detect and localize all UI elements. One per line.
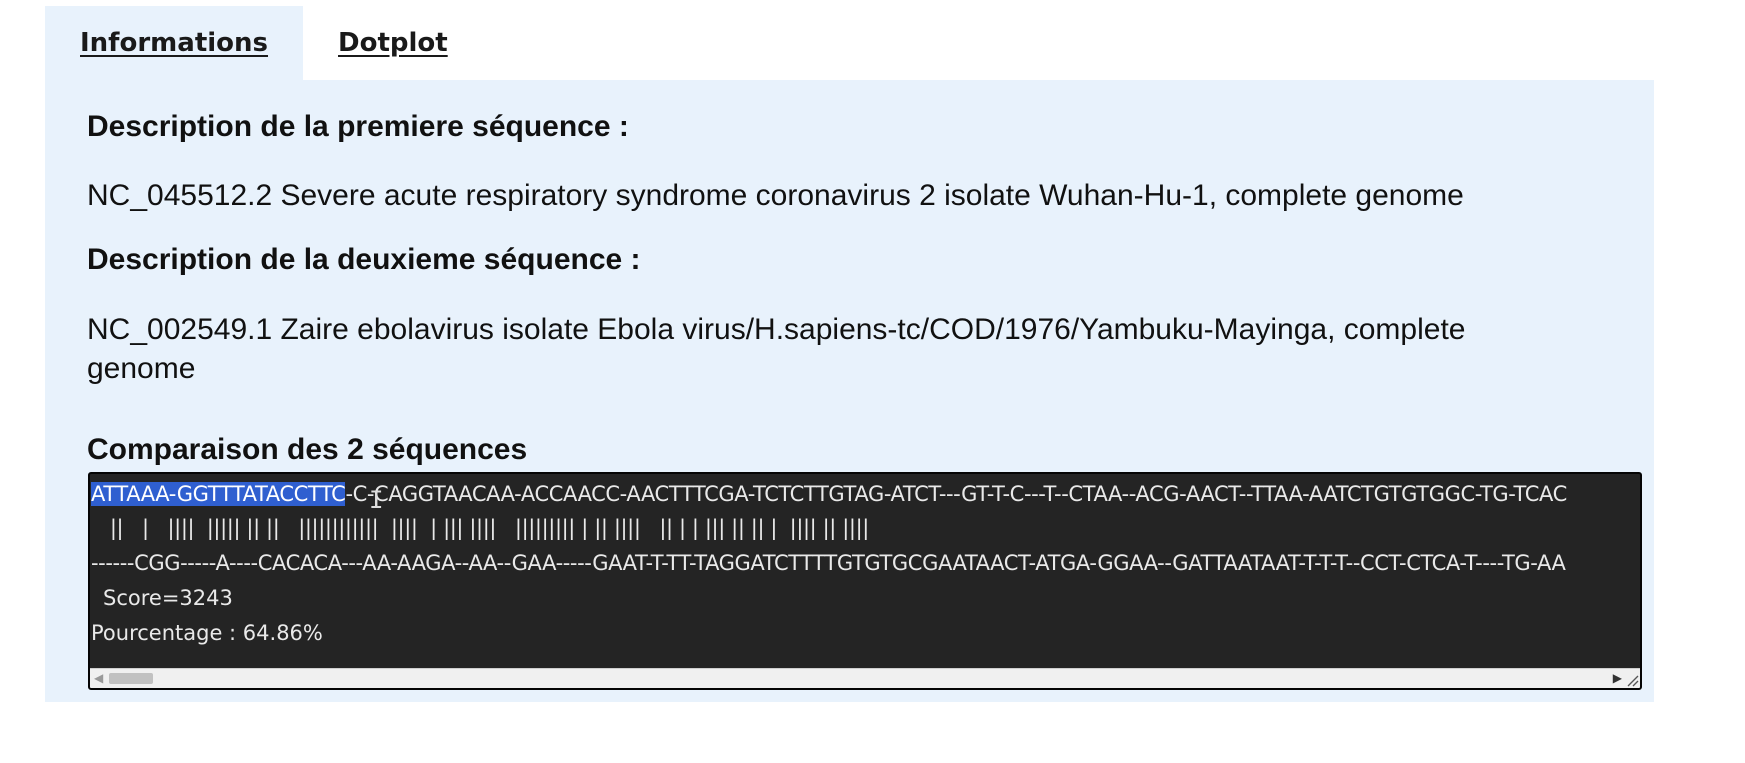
first-sequence-description: NC_045512.2 Severe acute respiratory syn…	[87, 179, 1464, 212]
sequence-2-line: ------CGG-----A----CACACA---AA-AAGA--AA-…	[91, 551, 1566, 575]
selected-text: ATTAAA-GGTTTATACCTTC	[91, 482, 346, 506]
score-text: Score=3243	[103, 586, 233, 610]
arrow-left-icon[interactable]: ◀	[94, 671, 103, 685]
tab-dotplot[interactable]: Dotplot	[303, 6, 483, 80]
alignment-content: ATTAAA-GGTTTATACCTTC-C-CAGGTAACAA-ACCAAC…	[90, 474, 1640, 670]
scrollbar-thumb[interactable]	[109, 673, 153, 684]
horizontal-scrollbar[interactable]: ◀ ▶	[90, 668, 1640, 688]
tab-bar: Informations Dotplot	[45, 6, 483, 80]
second-sequence-description: NC_002549.1 Zaire ebolavirus isolate Ebo…	[87, 313, 1466, 385]
tab-informations[interactable]: Informations	[45, 6, 304, 80]
percentage-text: Pourcentage : 64.86%	[91, 621, 323, 645]
sequence-1-line[interactable]: ATTAAA-GGTTTATACCTTC-C-CAGGTAACAA-ACCAAC…	[91, 482, 1567, 506]
text-cursor-icon: I	[369, 486, 384, 514]
second-sequence-heading: Description de la deuxieme séquence :	[87, 243, 641, 276]
match-line: || | |||| ||||| || || |||||||||||| |||| …	[91, 516, 870, 540]
comparison-heading: Comparaison des 2 séquences	[87, 433, 528, 466]
resize-grip-icon[interactable]	[1626, 674, 1639, 687]
sequence-1-rest: -C-CAGGTAACAA-ACCAACC-AACTTTCGA-TCTCTTGT…	[345, 482, 1567, 506]
alignment-output[interactable]: ATTAAA-GGTTTATACCTTC-C-CAGGTAACAA-ACCAAC…	[88, 472, 1642, 690]
arrow-right-icon[interactable]: ▶	[1613, 671, 1622, 685]
first-sequence-heading: Description de la premiere séquence :	[87, 110, 629, 143]
informations-panel: Description de la premiere séquence : NC…	[45, 80, 1654, 702]
